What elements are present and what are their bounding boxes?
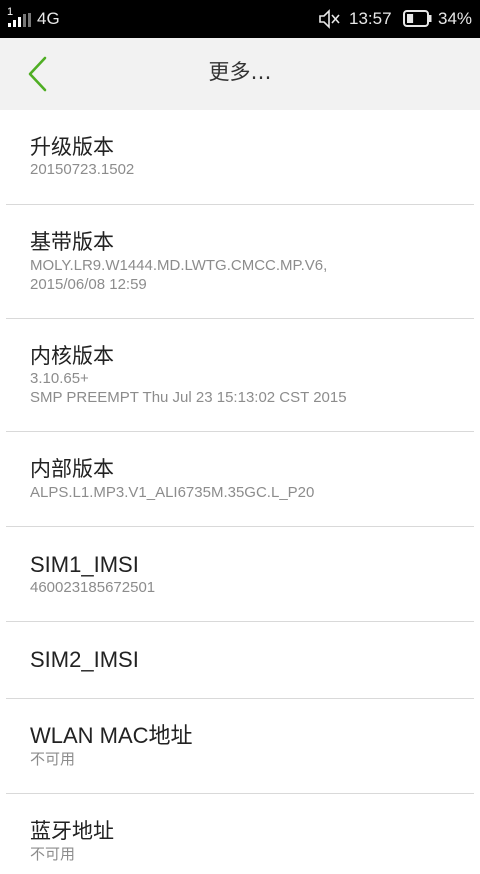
list-item-bluetooth-address[interactable]: 蓝牙地址 不可用 [6,794,474,874]
info-list: 升级版本 20150723.1502 基带版本 MOLY.LR9.W1444.M… [0,110,480,874]
item-label: 蓝牙地址 [30,819,114,843]
mute-icon [319,9,340,29]
title-bar: 更多… [0,38,480,110]
list-item-build-version[interactable]: 内部版本 ALPS.L1.MP3.V1_ALI6735M.35GC.L_P20 [6,432,474,527]
battery-percentage: 34% [438,9,473,28]
item-label: SIM1_IMSI [30,552,139,577]
list-item-upgrade-version[interactable]: 升级版本 20150723.1502 [6,110,474,205]
clock: 13:57 [349,9,392,28]
list-item-baseband-version[interactable]: 基带版本 MOLY.LR9.W1444.MD.LWTG.CMCC.MP.V6, … [6,205,474,319]
status-bar: 1 4G 13:57 34% [0,0,480,38]
item-label: 内核版本 [30,344,114,368]
item-value: 不可用 [30,846,76,863]
item-label: 升级版本 [30,135,114,159]
item-label: SIM2_IMSI [30,647,139,672]
page-title: 更多… [208,60,272,84]
item-value: ALPS.L1.MP3.V1_ALI6735M.35GC.L_P20 [30,484,315,501]
list-item-sim2-imsi[interactable]: SIM2_IMSI [6,622,474,699]
item-label: WLAN MAC地址 [30,723,193,748]
list-item-kernel-version[interactable]: 内核版本 3.10.65+ SMP PREEMPT Thu Jul 23 15:… [6,319,474,432]
item-value: 20150723.1502 [30,161,135,178]
item-label: 基带版本 [30,230,114,254]
list-item-sim1-imsi[interactable]: SIM1_IMSI 460023185672501 [6,527,474,622]
network-type: 4G [37,9,60,28]
item-value: 460023185672501 [30,579,156,596]
item-value: MOLY.LR9.W1444.MD.LWTG.CMCC.MP.V6, 2015/… [30,257,328,293]
item-label: 内部版本 [30,457,114,481]
item-value: 3.10.65+ SMP PREEMPT Thu Jul 23 15:13:02… [30,370,347,406]
signal-icon [8,13,31,27]
list-item-wlan-mac[interactable]: WLAN MAC地址 不可用 [6,699,474,794]
item-value: 不可用 [30,751,76,768]
battery-icon [403,10,432,27]
